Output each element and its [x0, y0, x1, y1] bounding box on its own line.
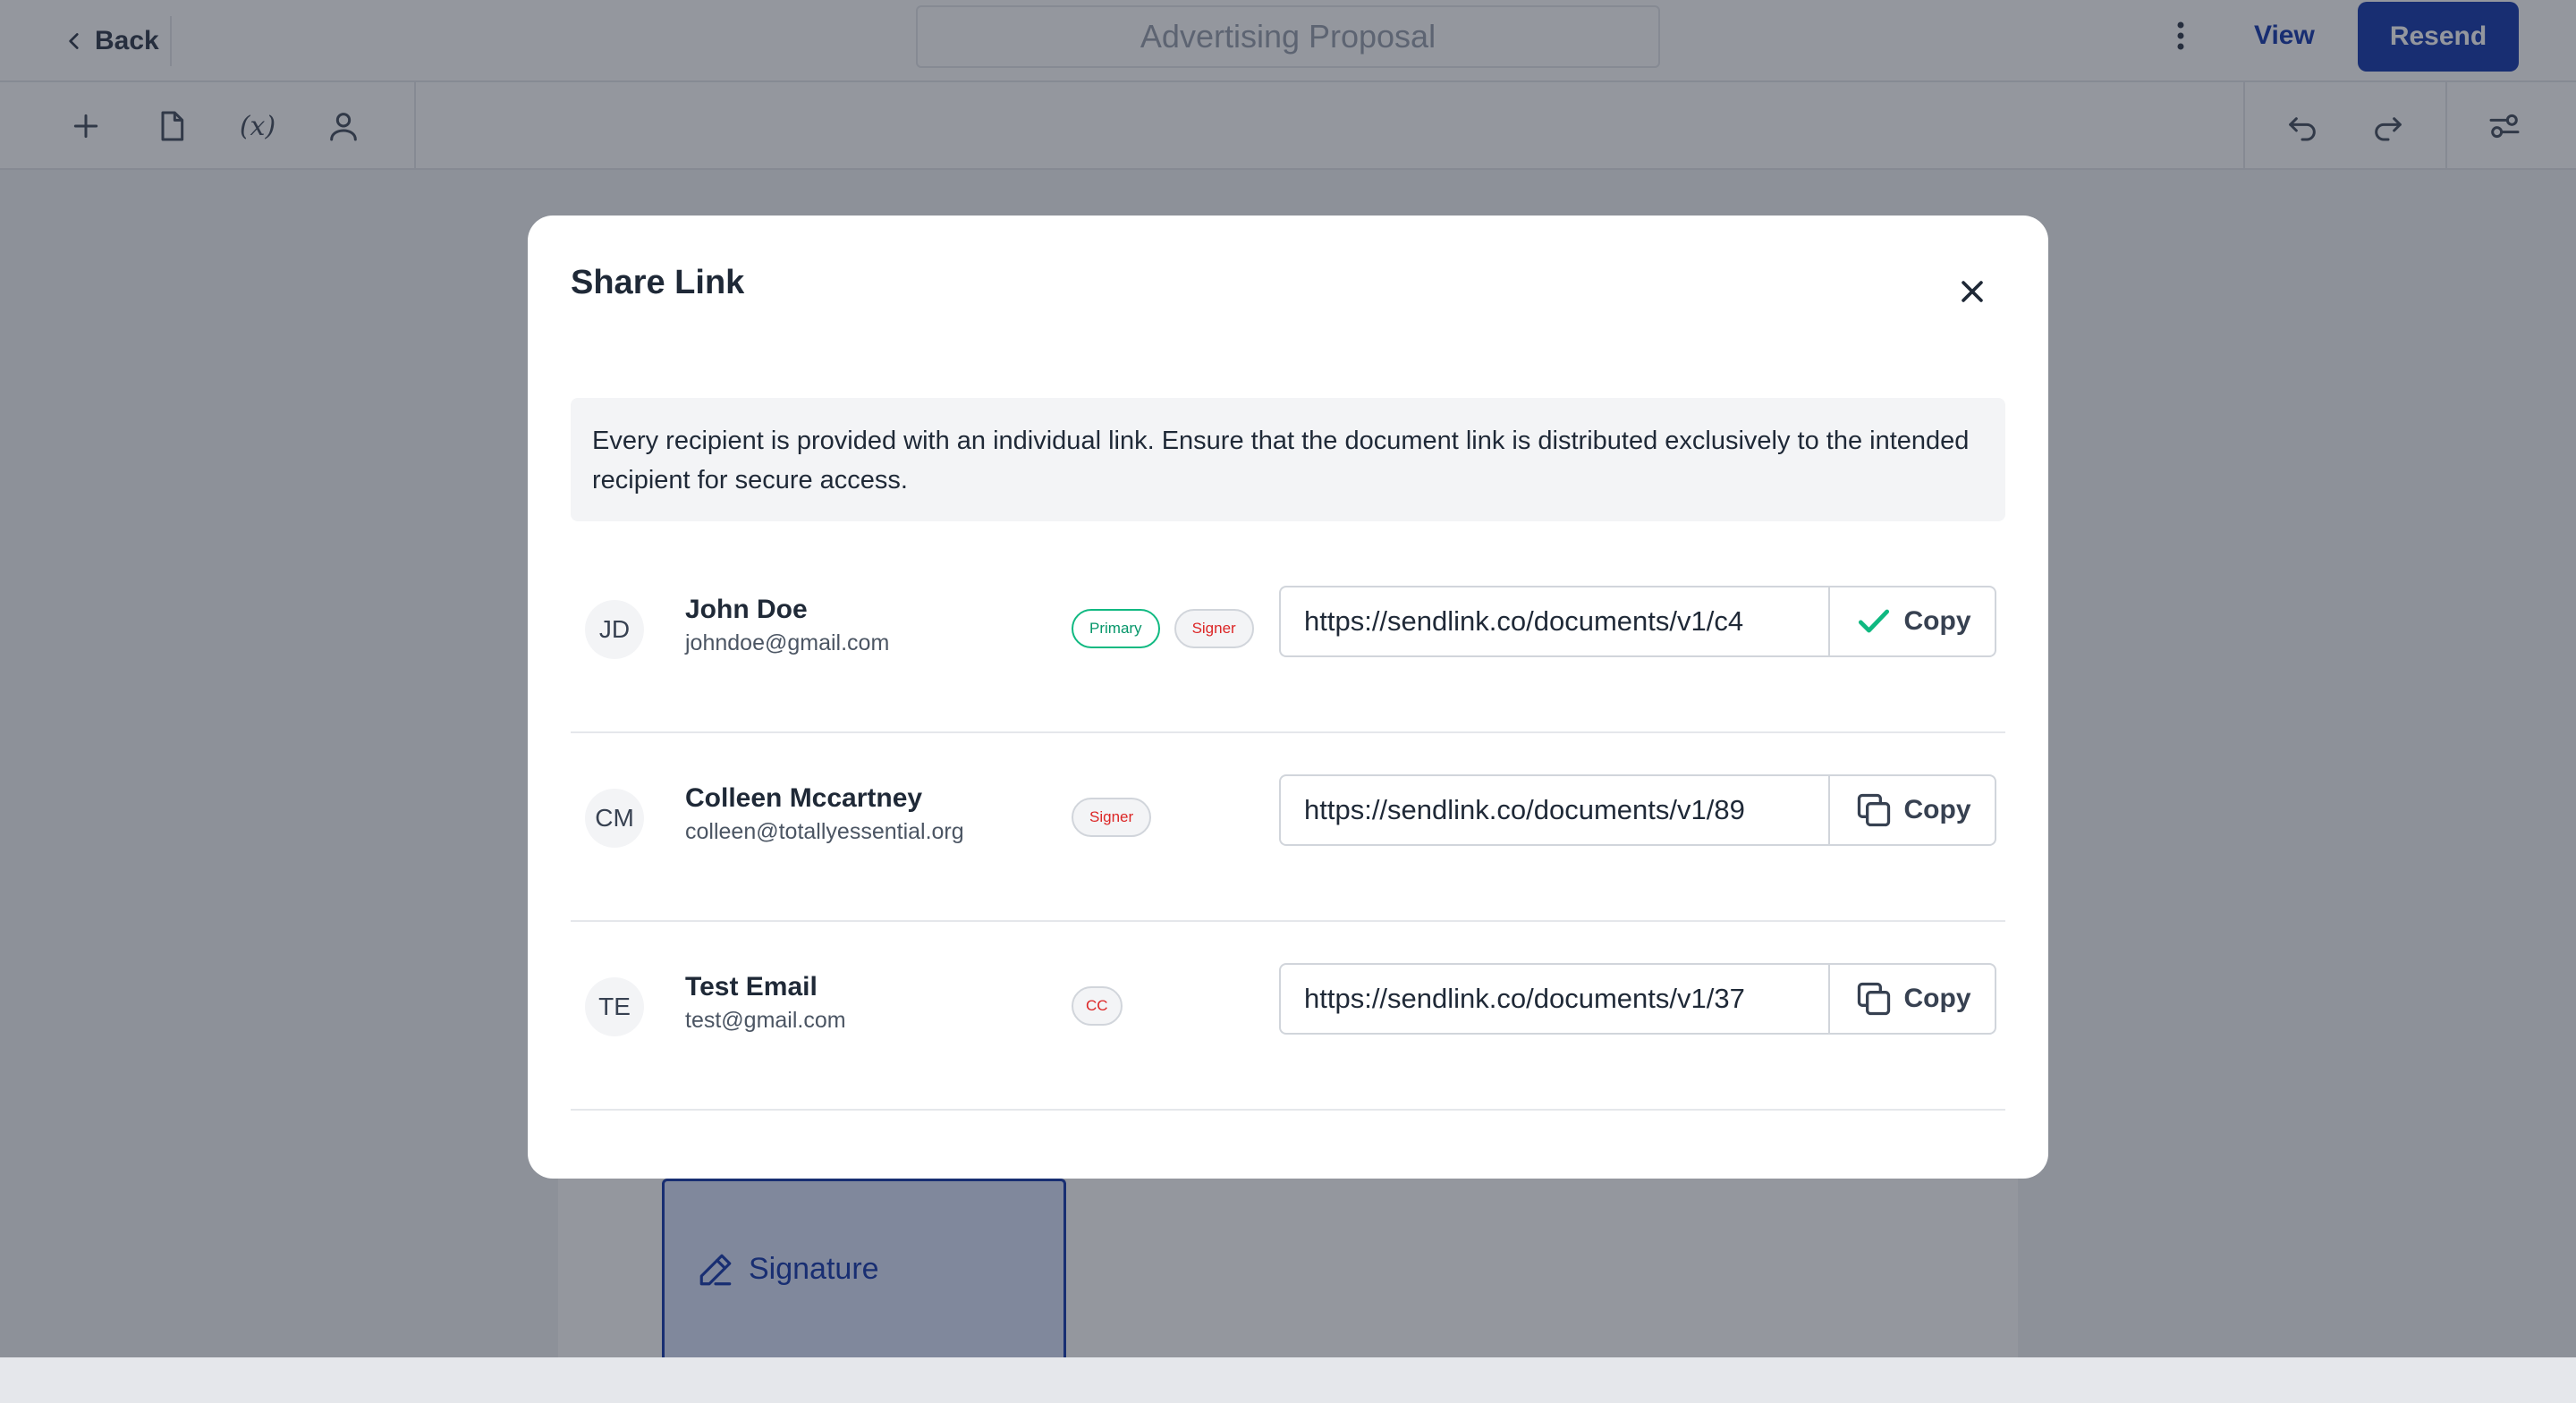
notice-text: Every recipient is provided with an indi…: [571, 398, 2005, 521]
share-link-input[interactable]: https://sendlink.co/documents/v1/37: [1279, 963, 1830, 1035]
recipient-name: John Doe: [685, 595, 808, 624]
recipient-email: test@gmail.com: [685, 1008, 846, 1033]
copy-label: Copy: [1903, 606, 1971, 636]
copy-button[interactable]: Copy: [1828, 774, 1996, 846]
share-link-text: https://sendlink.co/documents/v1/37: [1304, 983, 1745, 1014]
check-icon: [1858, 609, 1889, 633]
cc-badge: CC: [1072, 986, 1123, 1026]
signer-badge: Signer: [1174, 609, 1254, 648]
copy-icon: [1857, 793, 1890, 827]
avatar: JD: [585, 600, 644, 659]
recipient-row: CM Colleen Mccartney colleen@totallyesse…: [571, 733, 2005, 922]
copy-label: Copy: [1903, 795, 1971, 824]
avatar: TE: [585, 977, 644, 1036]
share-link-input[interactable]: https://sendlink.co/documents/v1/c4: [1279, 586, 1830, 657]
share-link-text: https://sendlink.co/documents/v1/c4: [1304, 605, 1744, 637]
share-link-text: https://sendlink.co/documents/v1/89: [1304, 794, 1745, 825]
recipient-name: Test Email: [685, 972, 818, 1002]
role-badges: CC: [1072, 986, 1123, 1026]
close-icon[interactable]: [1950, 269, 1995, 314]
share-link-modal: Share Link Every recipient is provided w…: [528, 216, 2048, 1179]
copy-button[interactable]: Copy: [1828, 963, 1996, 1035]
signer-badge: Signer: [1072, 798, 1152, 837]
recipient-row: JD John Doe johndoe@gmail.com Primary Si…: [571, 545, 2005, 733]
avatar: CM: [585, 789, 644, 848]
recipient-email: colleen@totallyessential.org: [685, 819, 964, 844]
recipient-email: johndoe@gmail.com: [685, 630, 890, 655]
copy-label: Copy: [1903, 984, 1971, 1013]
modal-title: Share Link: [571, 264, 745, 301]
copy-icon: [1857, 982, 1890, 1016]
primary-badge: Primary: [1072, 609, 1160, 648]
bottom-scroll-area: [0, 1357, 2576, 1403]
role-badges: Signer: [1072, 798, 1152, 837]
recipient-row: TE Test Email test@gmail.com CC https://…: [571, 922, 2005, 1111]
recipient-name: Colleen Mccartney: [685, 783, 923, 813]
role-badges: Primary Signer: [1072, 609, 1254, 648]
copy-button[interactable]: Copy: [1828, 586, 1996, 657]
share-link-input[interactable]: https://sendlink.co/documents/v1/89: [1279, 774, 1830, 846]
